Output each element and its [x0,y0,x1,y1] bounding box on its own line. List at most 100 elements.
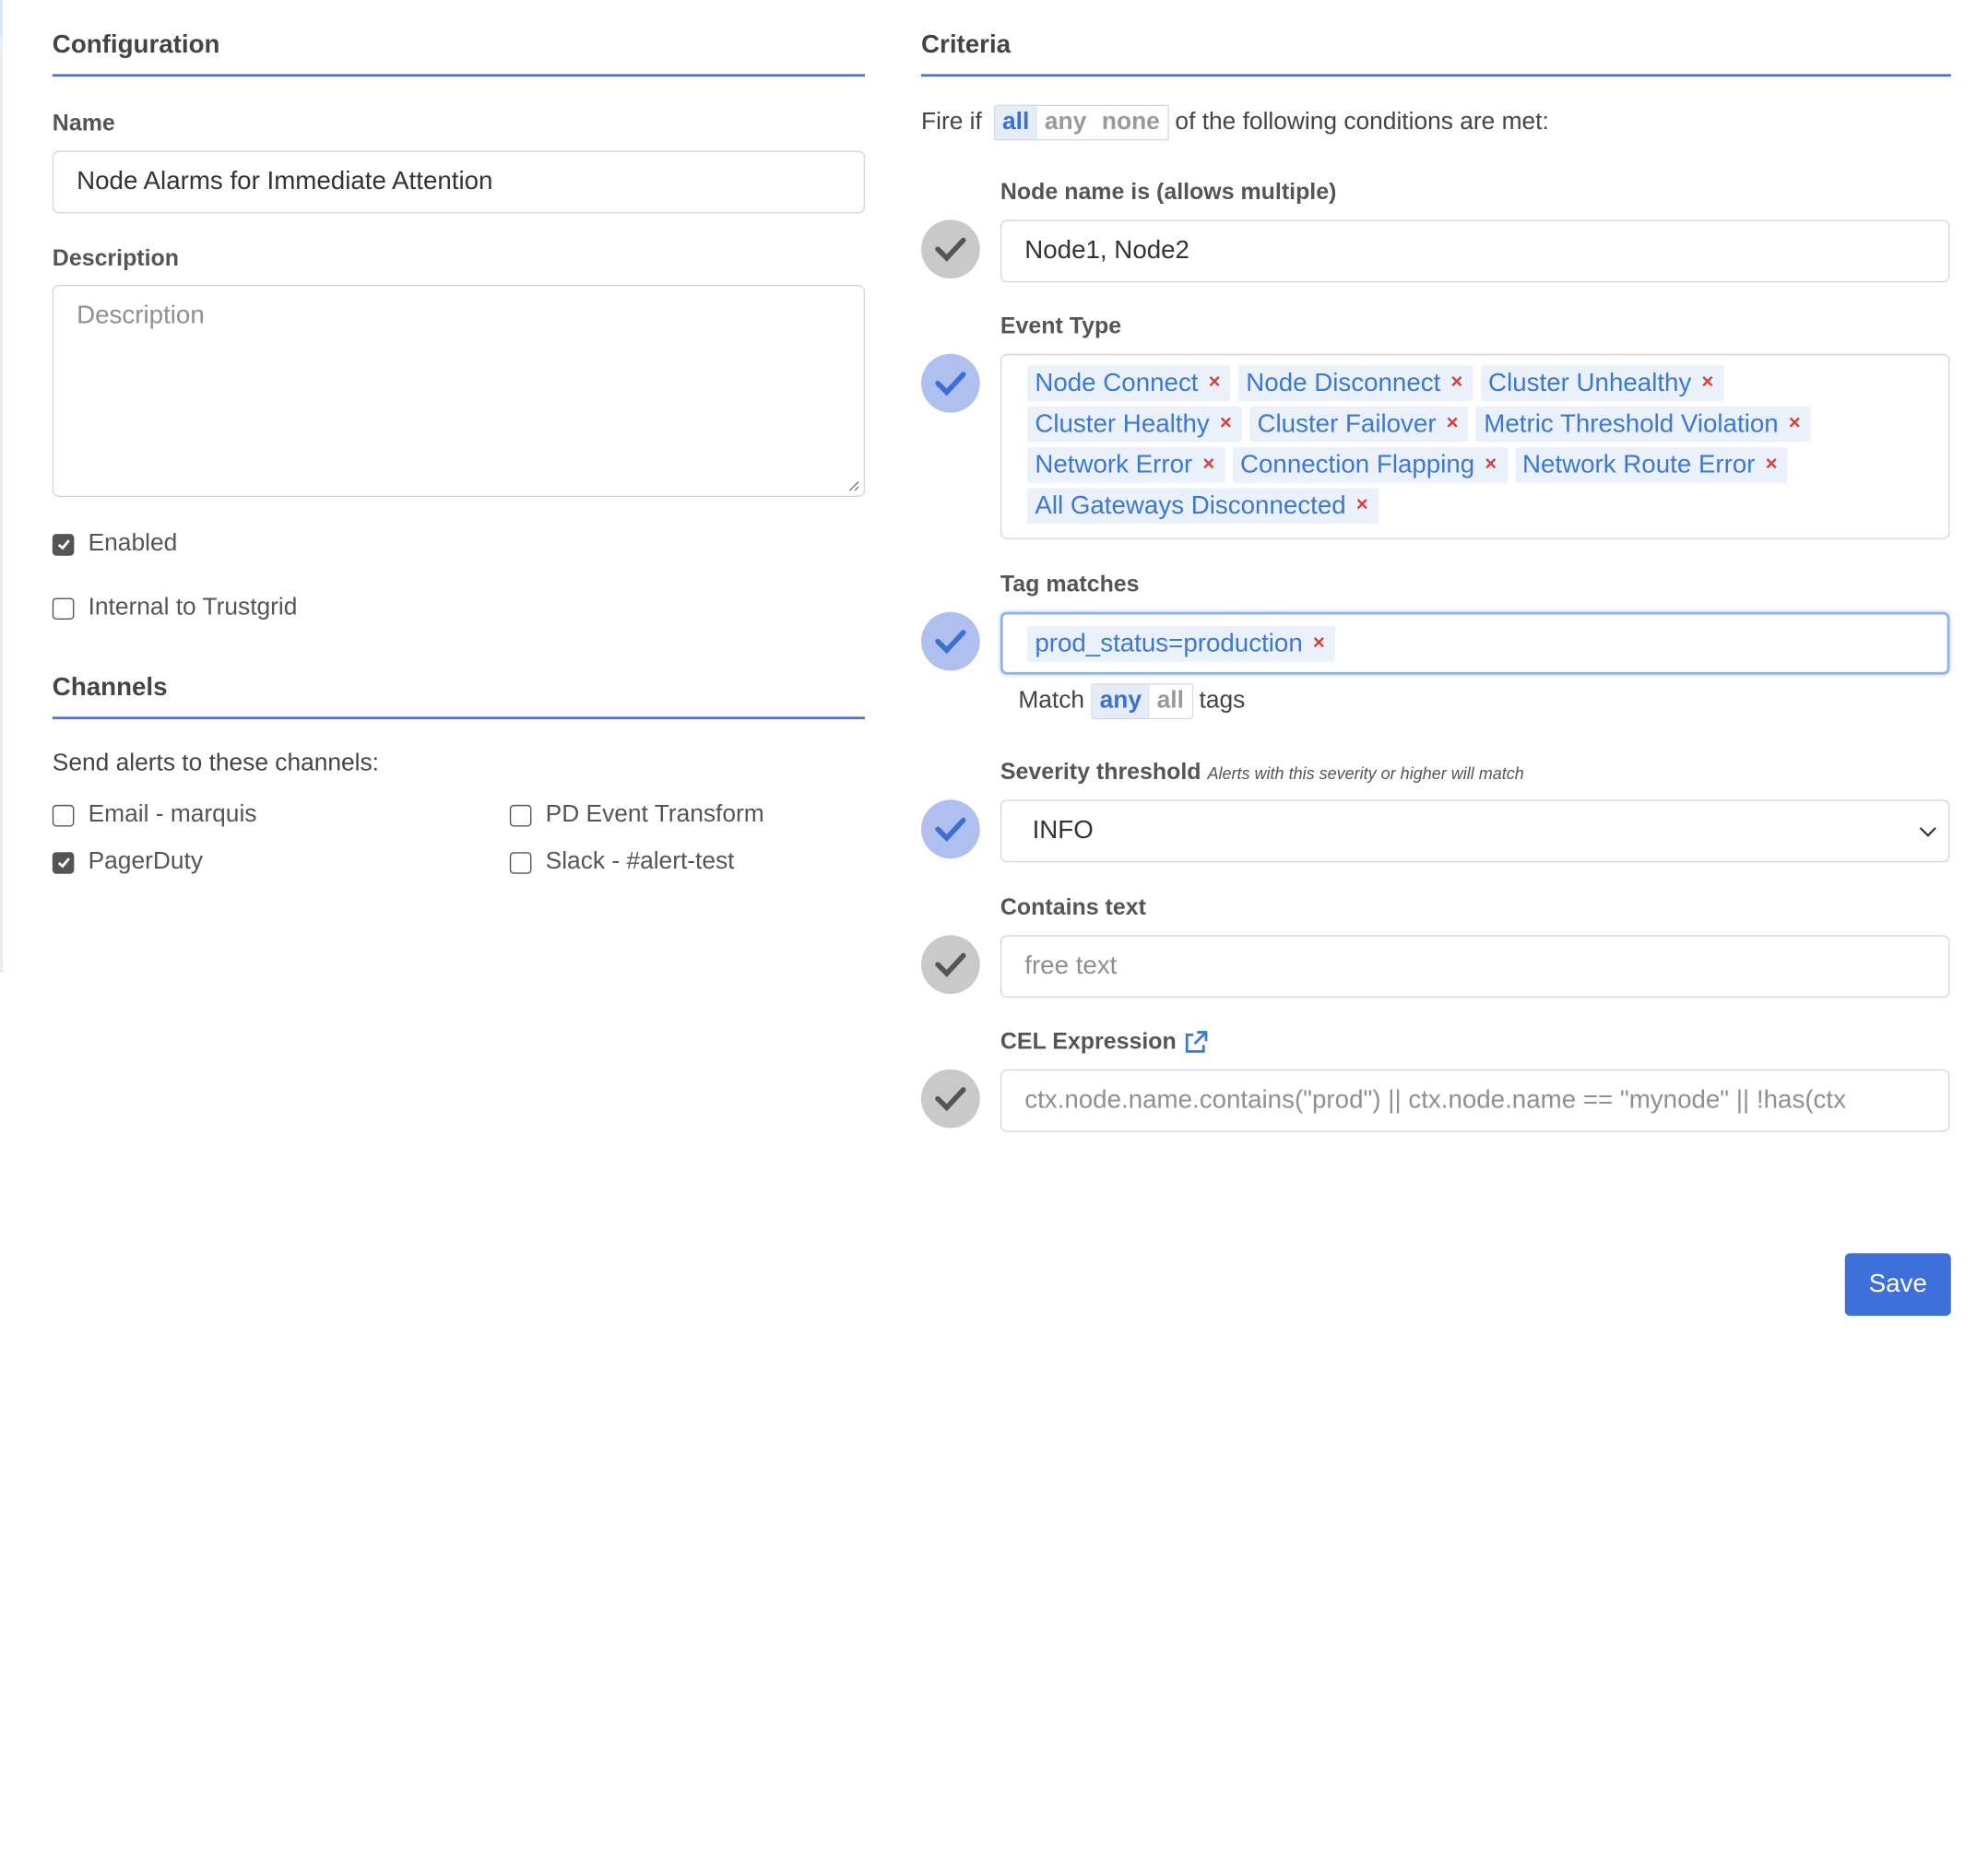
match-mode-all[interactable]: all [1149,685,1191,718]
enabled-checkbox-row[interactable]: Enabled [52,530,865,558]
event-type-tag: Cluster Failover × [1249,406,1469,443]
channels-intro: Send alerts to these channels: [52,750,379,777]
name-label: Name [52,110,115,136]
chevron-down-icon [1919,826,1936,837]
criteria-column: Criteria Fire if all any none of the fol… [921,0,1951,141]
event-type-tag-label: Node Connect [1035,368,1199,397]
resize-grip-icon[interactable] [847,479,860,492]
event-type-tag: Node Disconnect × [1237,365,1473,402]
enabled-checkbox[interactable] [52,533,75,556]
cel-label: CEL Expression [1000,1028,1177,1055]
tag-matches-tag-label: prod_status=production [1035,629,1303,657]
remove-tag-icon[interactable]: × [1220,413,1232,436]
remove-tag-icon[interactable]: × [1450,372,1462,395]
contains-text-input[interactable]: free text [1000,935,1950,999]
cel-toggle[interactable] [921,1069,980,1129]
enabled-label: Enabled [88,530,178,558]
remove-tag-icon[interactable]: × [1766,454,1778,477]
description-textarea[interactable]: Description [52,284,866,497]
channel-pd-event-transform-checkbox[interactable] [509,804,532,826]
check-icon [935,1087,966,1112]
name-input-value: Node Alarms for Immediate Attention [77,167,493,195]
alert-form: Configuration Name Node Alarms for Immed… [0,0,1988,1868]
event-type-toggle[interactable] [921,353,980,413]
event-type-tag: All Gateways Disconnected × [1027,488,1379,525]
check-icon [935,817,966,842]
event-type-label: Event Type [1000,313,1122,339]
description-placeholder: Description [77,301,205,330]
channel-slack-checkbox[interactable] [509,851,532,874]
remove-tag-icon[interactable]: × [1313,633,1325,656]
channel-email-checkbox[interactable] [52,804,75,826]
event-type-tag: Network Route Error × [1514,446,1788,483]
remove-tag-icon[interactable]: × [1202,454,1214,477]
channel-pagerduty-checkbox[interactable] [52,851,75,874]
fire-if-prefix: Fire if [921,108,982,136]
channel-item-pagerduty[interactable]: PagerDuty [52,848,204,876]
fire-mode-none[interactable]: none [1095,106,1168,139]
match-mode-row: Match any all tags [1018,683,1246,720]
channels-list: Email - marquis PD Event Transform Pager… [52,800,865,878]
tag-matches-label: Tag matches [1000,571,1140,597]
check-icon [935,237,966,262]
node-name-input[interactable]: Node1, Node2 [1000,219,1950,283]
event-type-tag: Metric Threshold Violation × [1475,406,1811,443]
node-name-label: Node name is (allows multiple) [1000,178,1337,205]
event-type-tag-label: Cluster Failover [1257,409,1437,438]
event-type-tag-label: Network Route Error [1521,450,1756,479]
channel-item-pd-event-transform[interactable]: PD Event Transform [509,800,764,829]
internal-checkbox[interactable] [52,597,75,620]
contains-text-toggle[interactable] [921,935,980,994]
event-type-tag: Network Error × [1027,446,1225,483]
external-link-icon[interactable] [1183,1029,1209,1055]
event-type-tag-label: Metric Threshold Violation [1484,409,1779,438]
description-label: Description [52,245,180,271]
channel-item-slack[interactable]: Slack - #alert-test [509,848,734,876]
channel-pd-event-transform-label: PD Event Transform [545,800,764,828]
remove-tag-icon[interactable]: × [1485,454,1497,477]
check-icon [935,630,966,655]
remove-tag-icon[interactable]: × [1356,494,1368,517]
fire-mode-all[interactable]: all [994,106,1037,140]
severity-toggle[interactable] [921,799,980,859]
remove-tag-icon[interactable]: × [1701,372,1713,395]
fire-if-row: Fire if all any none of the following co… [921,104,1951,141]
node-name-value: Node1, Node2 [1024,236,1189,265]
tag-matches-toggle[interactable] [921,611,980,671]
check-icon [935,952,966,977]
checkmark-icon [57,539,70,550]
checkmark-icon [57,857,70,869]
configuration-column: Configuration Name Node Alarms for Immed… [52,0,866,878]
channels-title: Channels [52,643,866,720]
tag-matches-input[interactable]: prod_status=production × [1000,611,1950,675]
fire-mode-any[interactable]: any [1037,106,1095,139]
match-prefix: Match [1018,687,1085,715]
channel-pagerduty-label: PagerDuty [88,848,204,876]
match-mode-any[interactable]: any [1092,684,1150,718]
channel-item-email[interactable]: Email - marquis [52,801,256,829]
event-type-tag-label: Network Error [1035,450,1193,479]
event-type-multiselect[interactable]: Node Connect × Node Disconnect × Cluster Unh… [1000,353,1950,539]
cel-expression-input[interactable]: ctx.node.name.contains("prod") || ctx.no… [1000,1069,1950,1132]
criteria-title: Criteria [921,0,1951,77]
remove-tag-icon[interactable]: × [1789,413,1801,436]
fire-if-suffix: of the following conditions are met: [1175,108,1549,136]
cel-label-row: CEL Expression [1000,1028,1208,1055]
event-type-tag: Cluster Unhealthy × [1480,365,1724,402]
name-input[interactable]: Node Alarms for Immediate Attention [52,150,866,214]
event-type-tag-label: Cluster Unhealthy [1488,368,1692,397]
fire-mode-toggle: all any none [993,104,1169,141]
internal-checkbox-row[interactable]: Internal to Trustgrid [52,594,865,621]
node-name-toggle[interactable] [921,219,980,279]
match-suffix: tags [1199,687,1246,715]
event-type-tag: Connection Flapping × [1232,446,1508,483]
event-type-tag-label: Connection Flapping [1240,450,1475,479]
remove-tag-icon[interactable]: × [1447,413,1459,436]
severity-select[interactable]: INFO [1000,799,1950,863]
event-type-tag: Node Connect × [1027,365,1231,402]
remove-tag-icon[interactable]: × [1209,372,1221,395]
event-type-tag-label: Node Disconnect [1246,368,1441,397]
save-button[interactable]: Save [1844,1253,1951,1317]
match-mode-toggle: any all [1090,683,1193,720]
contains-text-placeholder: free text [1024,952,1118,980]
